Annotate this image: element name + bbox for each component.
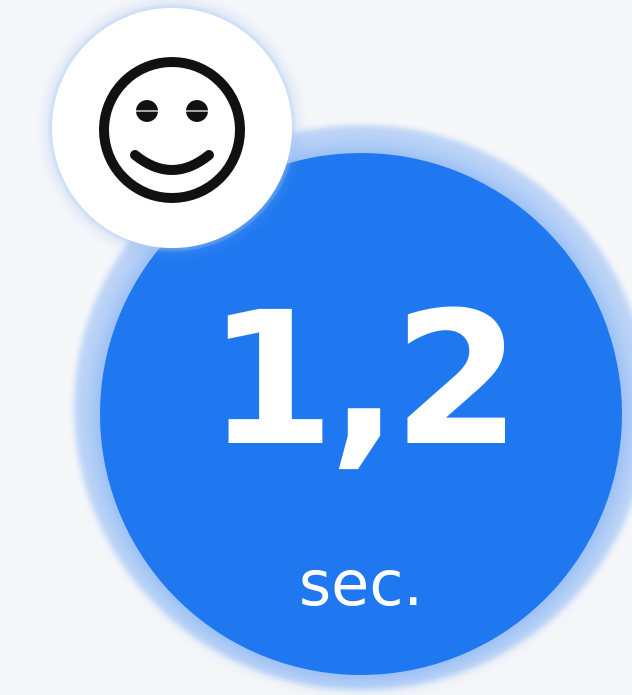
response-time-graphic: 1,2 sec. bbox=[0, 0, 632, 695]
smiley-face-icon bbox=[99, 57, 245, 203]
metric-value: 1,2 bbox=[207, 273, 521, 487]
metric-unit: sec. bbox=[298, 547, 424, 620]
